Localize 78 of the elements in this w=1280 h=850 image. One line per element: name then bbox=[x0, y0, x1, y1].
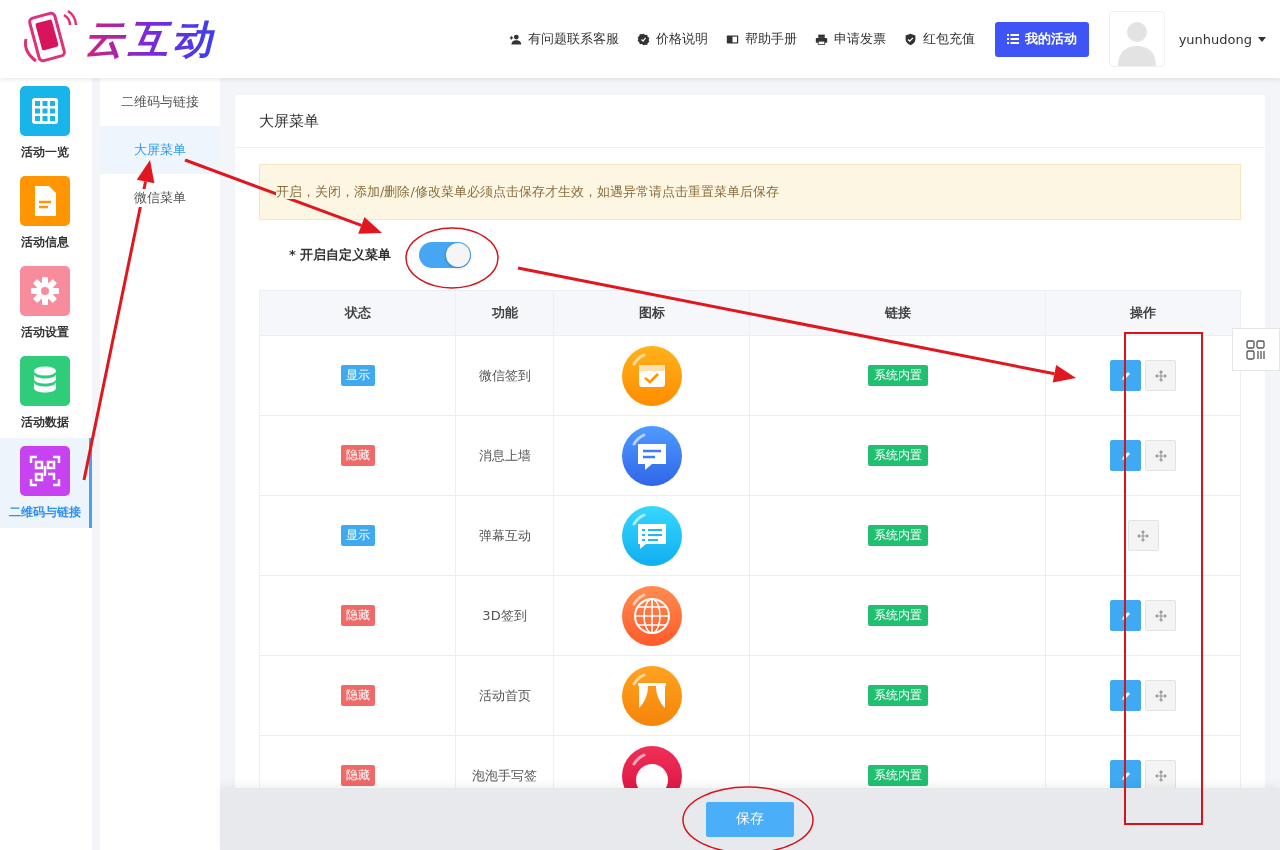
globe-icon bbox=[621, 585, 682, 646]
shield-check-icon bbox=[903, 32, 917, 46]
move-button[interactable] bbox=[1145, 680, 1176, 711]
nav-link[interactable]: 有问题联系客服 bbox=[508, 30, 619, 48]
card-title: 大屏菜单 bbox=[235, 95, 1265, 148]
link-tag: 系统内置 bbox=[867, 765, 928, 786]
status-tag: 显示 bbox=[340, 365, 375, 386]
layout-icon bbox=[1245, 338, 1267, 361]
caret-icon bbox=[1258, 36, 1266, 42]
custom-menu-switch[interactable] bbox=[419, 242, 472, 268]
link-tag: 系统内置 bbox=[867, 365, 928, 386]
move-icon bbox=[1154, 689, 1167, 702]
move-icon bbox=[1154, 449, 1167, 462]
submenu-item[interactable]: 微信菜单 bbox=[100, 174, 220, 222]
pencil-icon bbox=[1119, 689, 1132, 702]
move-button[interactable] bbox=[1145, 440, 1176, 471]
my-activities-button[interactable]: 我的活动 bbox=[994, 21, 1089, 57]
status-tag: 显示 bbox=[340, 525, 375, 546]
table-cell: 微信签到 bbox=[455, 335, 554, 416]
link-tag: 系统内置 bbox=[867, 525, 928, 546]
pencil-icon bbox=[1119, 609, 1132, 622]
edit-button[interactable] bbox=[1110, 440, 1141, 471]
edit-button[interactable] bbox=[1110, 360, 1141, 391]
move-icon bbox=[1154, 369, 1167, 382]
table-cell: 消息上墙 bbox=[455, 415, 554, 496]
nav-link[interactable]: 红包充值 bbox=[903, 30, 975, 48]
layout-toggle-button[interactable] bbox=[1232, 328, 1280, 371]
move-icon bbox=[1137, 529, 1149, 542]
move-button[interactable] bbox=[1145, 360, 1176, 391]
sidebar-item[interactable]: 活动一览 bbox=[0, 78, 92, 168]
table-cell: 活动首页 bbox=[455, 655, 554, 736]
book-icon bbox=[725, 32, 739, 46]
user-menu[interactable]: yunhudong bbox=[1178, 31, 1266, 47]
pencil-icon bbox=[1119, 449, 1132, 462]
link-tag: 系统内置 bbox=[867, 605, 928, 626]
column-header: 状态 bbox=[259, 290, 456, 336]
message-list-icon bbox=[621, 505, 682, 566]
curtain-icon bbox=[621, 665, 682, 726]
sidebar-item[interactable]: 活动设置 bbox=[0, 258, 92, 348]
sidebar-item[interactable]: 活动数据 bbox=[0, 348, 92, 438]
status-tag: 隐藏 bbox=[340, 605, 375, 626]
chat-bubble-icon bbox=[621, 425, 682, 486]
move-button[interactable] bbox=[1145, 600, 1176, 631]
nav-link[interactable]: 帮助手册 bbox=[725, 30, 797, 48]
status-tag: 隐藏 bbox=[340, 685, 375, 706]
nav-link[interactable]: 申请发票 bbox=[814, 30, 886, 48]
move-icon bbox=[1154, 769, 1167, 782]
column-header: 链接 bbox=[749, 290, 1046, 336]
gear-icon bbox=[19, 265, 70, 316]
toggle-label: * 开启自定义菜单 bbox=[289, 246, 392, 264]
edit-button[interactable] bbox=[1110, 680, 1141, 711]
move-icon bbox=[1154, 609, 1167, 622]
list-icon bbox=[1006, 33, 1019, 45]
edit-button[interactable] bbox=[1110, 600, 1141, 631]
column-header: 功能 bbox=[455, 290, 554, 336]
move-button[interactable] bbox=[1127, 520, 1159, 551]
user-plus-icon bbox=[508, 32, 522, 46]
table-cell: 3D签到 bbox=[455, 575, 554, 656]
database-icon bbox=[19, 355, 70, 406]
pencil-icon bbox=[1119, 769, 1132, 782]
nav-link[interactable]: 价格说明 bbox=[636, 30, 708, 48]
document-icon bbox=[19, 175, 70, 226]
pencil-icon bbox=[1119, 369, 1132, 382]
qr-code-icon bbox=[19, 445, 70, 496]
column-header: 操作 bbox=[1045, 290, 1241, 336]
printer-icon bbox=[814, 32, 828, 46]
table-cell: 弹幕互动 bbox=[455, 495, 554, 576]
submenu-item[interactable]: 二维码与链接 bbox=[100, 78, 220, 126]
check-badge-icon bbox=[636, 32, 650, 46]
grid-icon bbox=[19, 85, 70, 136]
link-tag: 系统内置 bbox=[867, 445, 928, 466]
link-tag: 系统内置 bbox=[867, 685, 928, 706]
column-header: 图标 bbox=[553, 290, 750, 336]
notice-message: 开启，关闭，添加/删除/修改菜单必须点击保存才生效，如遇异常请点击重置菜单后保存 bbox=[259, 164, 1241, 220]
status-tag: 隐藏 bbox=[340, 765, 375, 786]
status-tag: 隐藏 bbox=[340, 445, 375, 466]
sidebar-item[interactable]: 活动信息 bbox=[0, 168, 92, 258]
calendar-icon bbox=[621, 345, 682, 406]
